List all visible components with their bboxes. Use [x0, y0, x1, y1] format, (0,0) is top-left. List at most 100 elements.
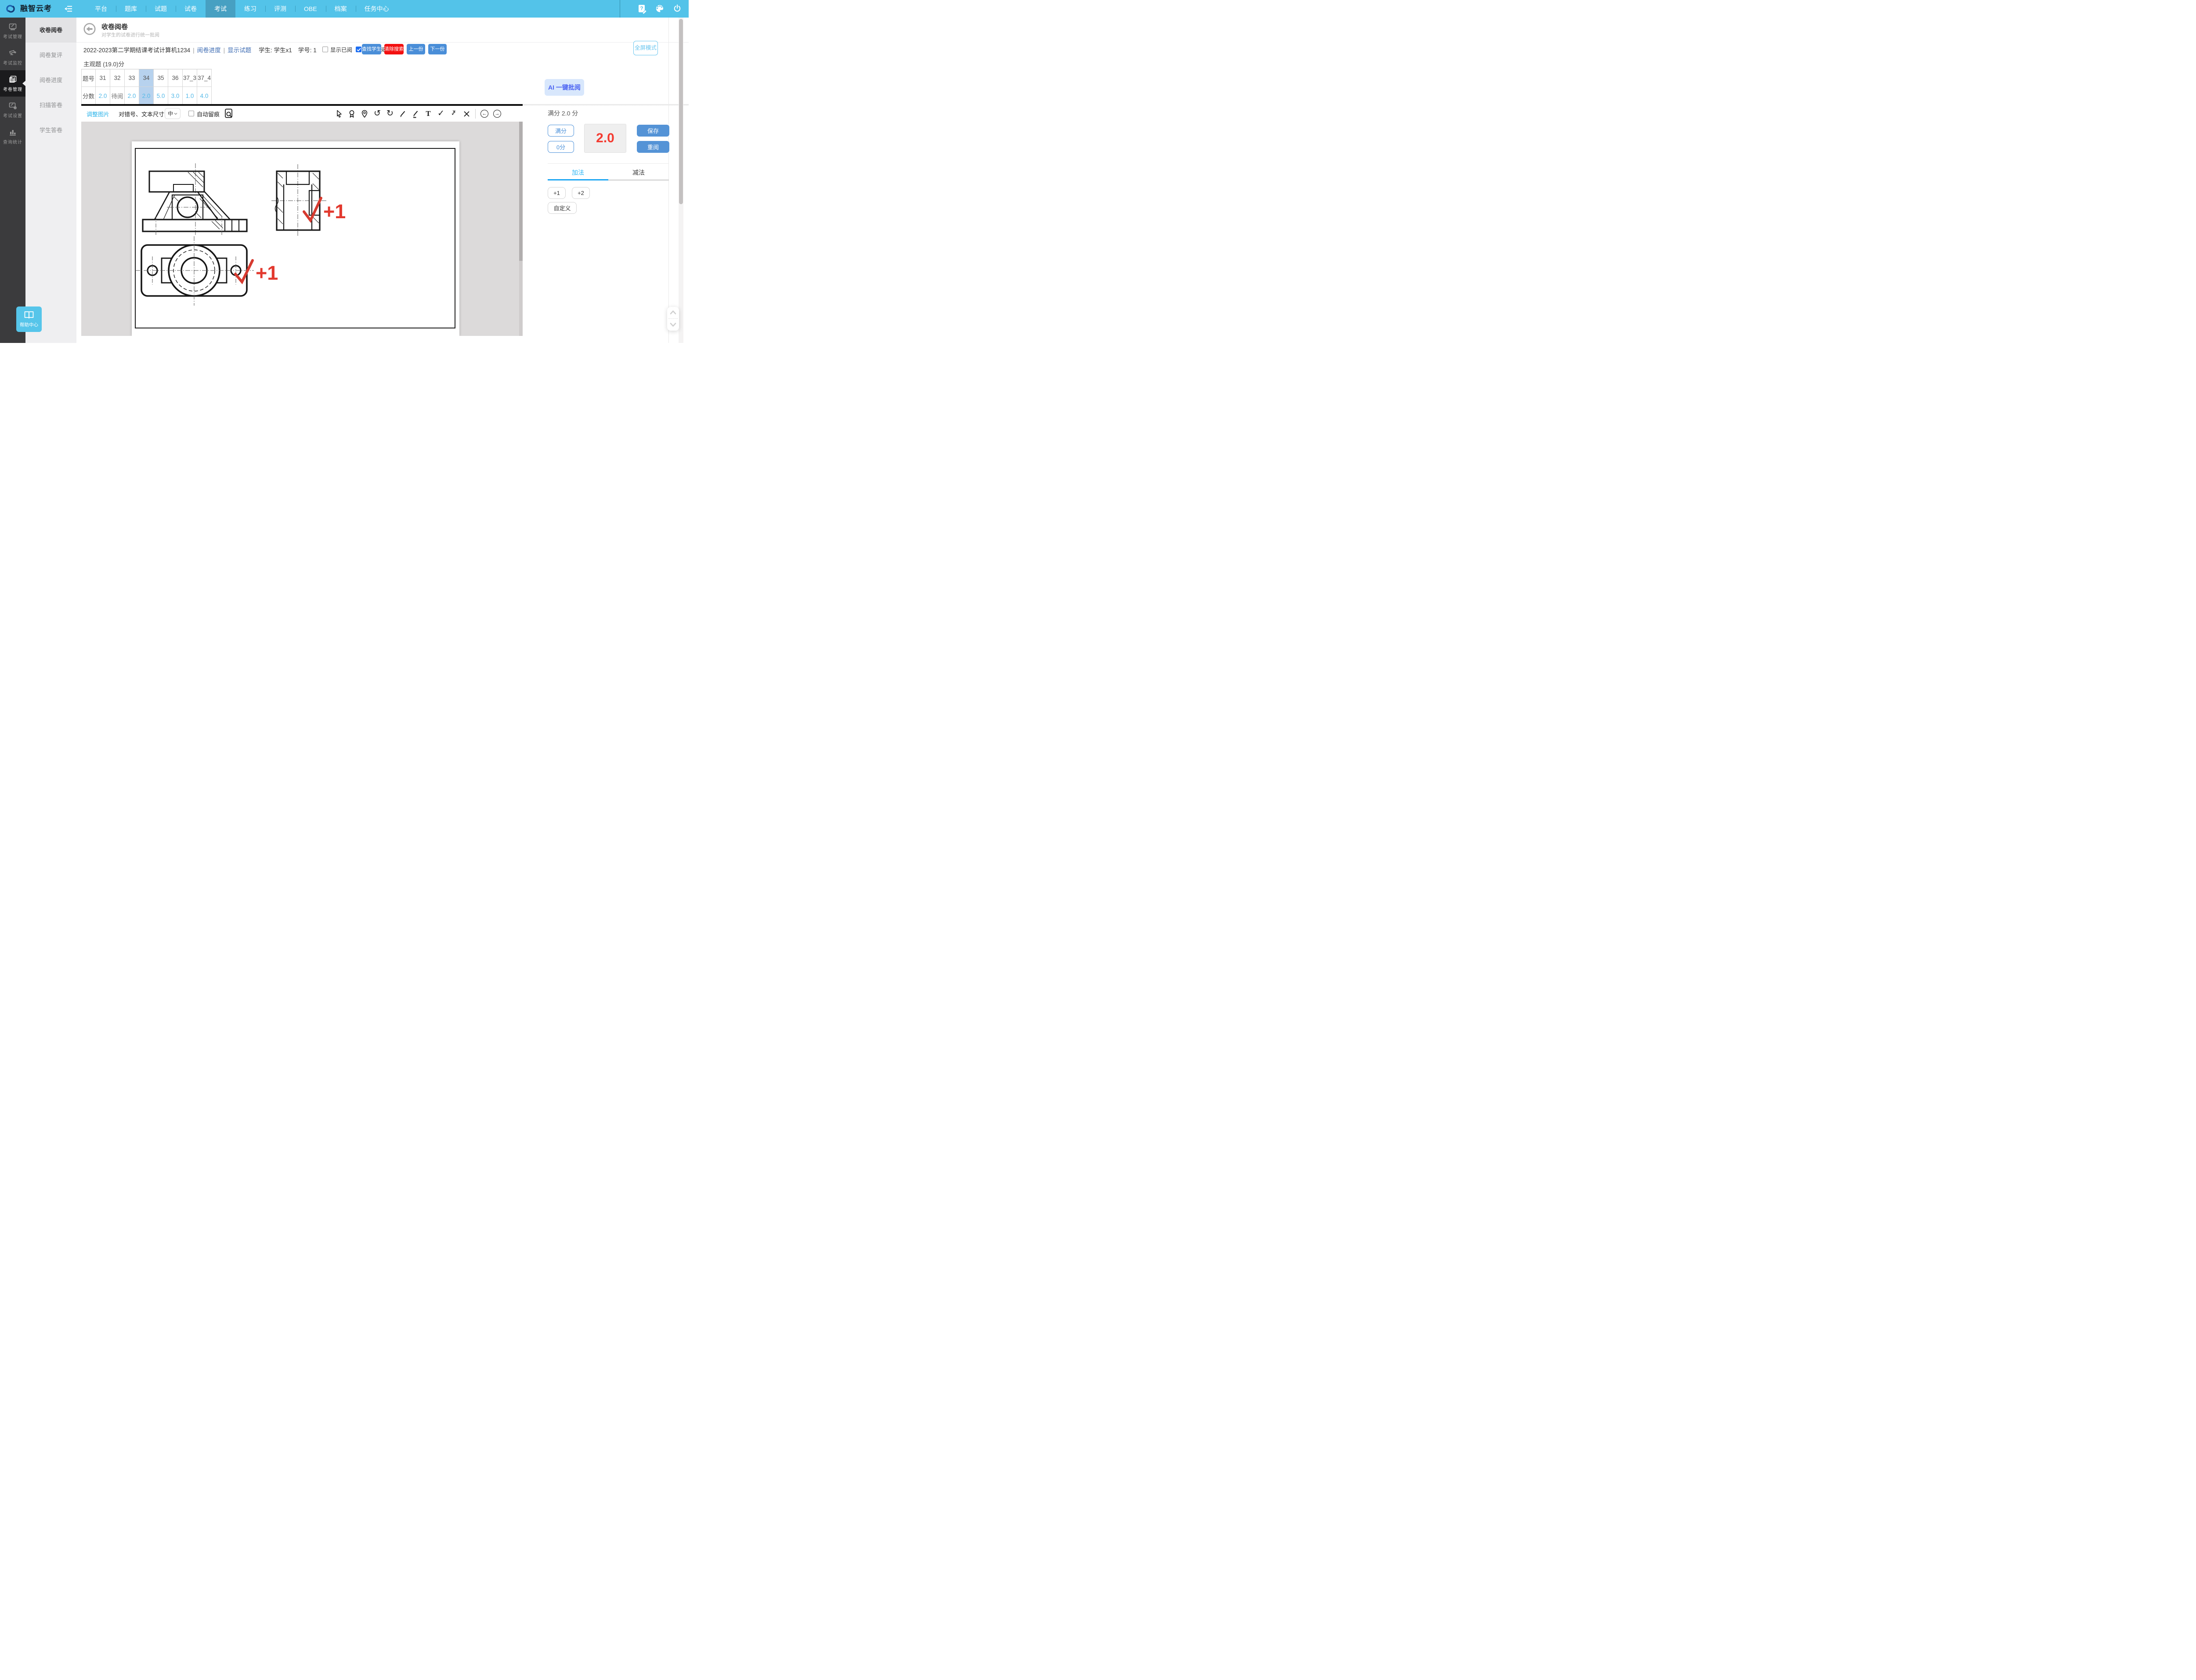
- next-page-icon[interactable]: →: [493, 110, 501, 118]
- theme-palette-icon[interactable]: [655, 4, 664, 13]
- open-book-icon: [24, 311, 34, 320]
- checkbox-unchecked-icon[interactable]: [322, 47, 328, 52]
- chevron-down-icon: [174, 112, 177, 115]
- rereview-button[interactable]: 重阅: [637, 141, 669, 153]
- question-tab-35[interactable]: 35: [154, 69, 168, 87]
- secondary-sidebar: 收卷阅卷 阅卷复评 阅卷进度 扫描答卷 学生答卷: [25, 18, 76, 343]
- badge-mark-icon[interactable]: [348, 109, 356, 118]
- submenu-item-scan-papers[interactable]: 扫描答卷: [25, 93, 76, 118]
- select-cursor-icon[interactable]: [335, 109, 343, 118]
- sidebar-item-query-statistics[interactable]: 查询统计: [0, 123, 25, 149]
- pen-edit-icon[interactable]: [412, 109, 419, 118]
- question-tab-37_4[interactable]: 37_4: [197, 69, 212, 87]
- canvas-scrollbar[interactable]: [519, 122, 523, 336]
- submenu-item-collect-review[interactable]: 收卷阅卷: [25, 18, 76, 43]
- submenu-item-review-recheck[interactable]: 阅卷复评: [25, 43, 76, 68]
- page-title: 收卷阅卷: [101, 22, 128, 31]
- question-tab-32[interactable]: 32: [110, 69, 125, 87]
- quick-add-2-button[interactable]: +2: [572, 187, 590, 199]
- nav-item-question-bank[interactable]: 题库: [116, 0, 146, 18]
- mark-2-score: +1: [256, 262, 278, 284]
- answer-sheet-paper: +1 +1: [132, 141, 459, 336]
- nav-item-platform[interactable]: 平台: [86, 0, 116, 18]
- show-reviewed-checkbox[interactable]: 显示已阅: [322, 45, 352, 54]
- show-question-link[interactable]: 显示试题: [228, 47, 251, 54]
- nav-item-task-center[interactable]: 任务中心: [356, 0, 398, 18]
- score-32-pending[interactable]: 待阅: [110, 87, 125, 105]
- location-pin-icon[interactable]: [361, 109, 368, 118]
- question-tab-37_3[interactable]: 37_3: [183, 69, 197, 87]
- quick-add-1-button[interactable]: +1: [548, 187, 566, 199]
- tab-addition[interactable]: 加法: [548, 167, 608, 179]
- nav-item-assessment[interactable]: 评测: [265, 0, 295, 18]
- tab-subtraction[interactable]: 减法: [608, 167, 669, 179]
- collapse-menu-icon[interactable]: [65, 5, 72, 12]
- technical-drawing: +1 +1: [132, 141, 459, 336]
- scroll-up-icon[interactable]: [670, 310, 676, 315]
- grading-mark-2: +1: [235, 260, 278, 284]
- question-tab-34-active[interactable]: 34: [139, 69, 154, 87]
- question-tab-36[interactable]: 36: [168, 69, 183, 87]
- find-student-button[interactable]: 查找学生: [362, 44, 381, 54]
- stats-icon: [8, 128, 17, 137]
- back-button[interactable]: [83, 23, 96, 35]
- nav-item-questions[interactable]: 试题: [146, 0, 176, 18]
- page-scrollbar-thumb[interactable]: [679, 19, 683, 204]
- undo-icon[interactable]: ↺: [373, 109, 381, 118]
- nav-item-practice[interactable]: 练习: [235, 0, 265, 18]
- score-35[interactable]: 5.0: [154, 87, 168, 105]
- score-37_4[interactable]: 4.0: [197, 87, 212, 105]
- pencil-icon[interactable]: [399, 109, 407, 118]
- help-doc-icon[interactable]: ?: [638, 4, 647, 13]
- review-progress-link[interactable]: 阅卷进度: [197, 47, 221, 54]
- scroll-down-icon[interactable]: [670, 322, 676, 327]
- help-center-button[interactable]: 帮助中心: [16, 306, 42, 332]
- checkbox-checked-icon[interactable]: [356, 47, 361, 52]
- zero-score-button[interactable]: 0分: [548, 141, 574, 153]
- paper-viewport[interactable]: +1 +1: [81, 122, 519, 336]
- sidebar-item-paper-management[interactable]: 考卷管理: [0, 70, 25, 97]
- ai-one-click-review-button[interactable]: AI 一键批阅: [545, 79, 584, 96]
- cross-mark-icon[interactable]: [462, 109, 470, 118]
- score-37_3[interactable]: 1.0: [183, 87, 197, 105]
- sidebar-item-exam-monitoring[interactable]: 考试监控: [0, 44, 25, 70]
- question-tab-31[interactable]: 31: [96, 69, 110, 87]
- sidebar-item-exam-settings[interactable]: 考试设置: [0, 97, 25, 123]
- score-33[interactable]: 2.0: [125, 87, 139, 105]
- redo-icon[interactable]: ↻: [386, 109, 394, 118]
- text-tool-icon[interactable]: T: [424, 109, 432, 118]
- left-sidebar: 考试管理 考试监控 考卷管理 考试设置: [0, 18, 25, 343]
- nav-item-papers[interactable]: 试卷: [176, 0, 206, 18]
- logout-power-icon[interactable]: [673, 4, 682, 13]
- clear-search-button[interactable]: 清除搜索: [384, 44, 404, 54]
- previous-paper-button[interactable]: 上一份: [407, 44, 425, 54]
- previous-page-icon[interactable]: ←: [480, 110, 488, 118]
- exam-manage-icon: [8, 22, 17, 31]
- full-score-button[interactable]: 满分: [548, 125, 574, 137]
- submenu-item-student-papers[interactable]: 学生答卷: [25, 118, 76, 143]
- adjust-image-link[interactable]: 调整图片: [87, 110, 109, 118]
- score-34-active[interactable]: 2.0: [139, 87, 154, 105]
- magnifier-preview-icon[interactable]: [224, 108, 233, 119]
- mark-size-label: 对错号、文本尺寸: [119, 110, 164, 118]
- question-tab-33[interactable]: 33: [125, 69, 139, 87]
- score-36[interactable]: 3.0: [168, 87, 183, 105]
- page-scrollbar[interactable]: [679, 18, 683, 343]
- next-paper-button[interactable]: 下一份: [428, 44, 447, 54]
- check-mark-icon[interactable]: ✓: [437, 109, 445, 118]
- active-item-arrow: [22, 81, 25, 86]
- auto-trace-checkbox[interactable]: [188, 111, 194, 116]
- nav-item-exam[interactable]: 考试: [206, 0, 235, 18]
- submenu-item-review-progress[interactable]: 阅卷进度: [25, 68, 76, 93]
- fullscreen-mode-button[interactable]: 全屏模式: [633, 41, 658, 55]
- sidebar-item-exam-management[interactable]: 考试管理: [0, 18, 25, 44]
- nav-item-archive[interactable]: 档案: [326, 0, 356, 18]
- canvas-scrollbar-thumb[interactable]: [519, 122, 523, 261]
- custom-score-button[interactable]: 自定义: [548, 202, 577, 214]
- half-check-mark-icon[interactable]: ✓×: [450, 109, 458, 118]
- header-divider: [76, 42, 689, 43]
- score-31[interactable]: 2.0: [96, 87, 110, 105]
- save-button[interactable]: 保存: [637, 125, 669, 137]
- mark-size-select[interactable]: 中: [165, 108, 181, 119]
- nav-item-obe[interactable]: OBE: [295, 0, 326, 18]
